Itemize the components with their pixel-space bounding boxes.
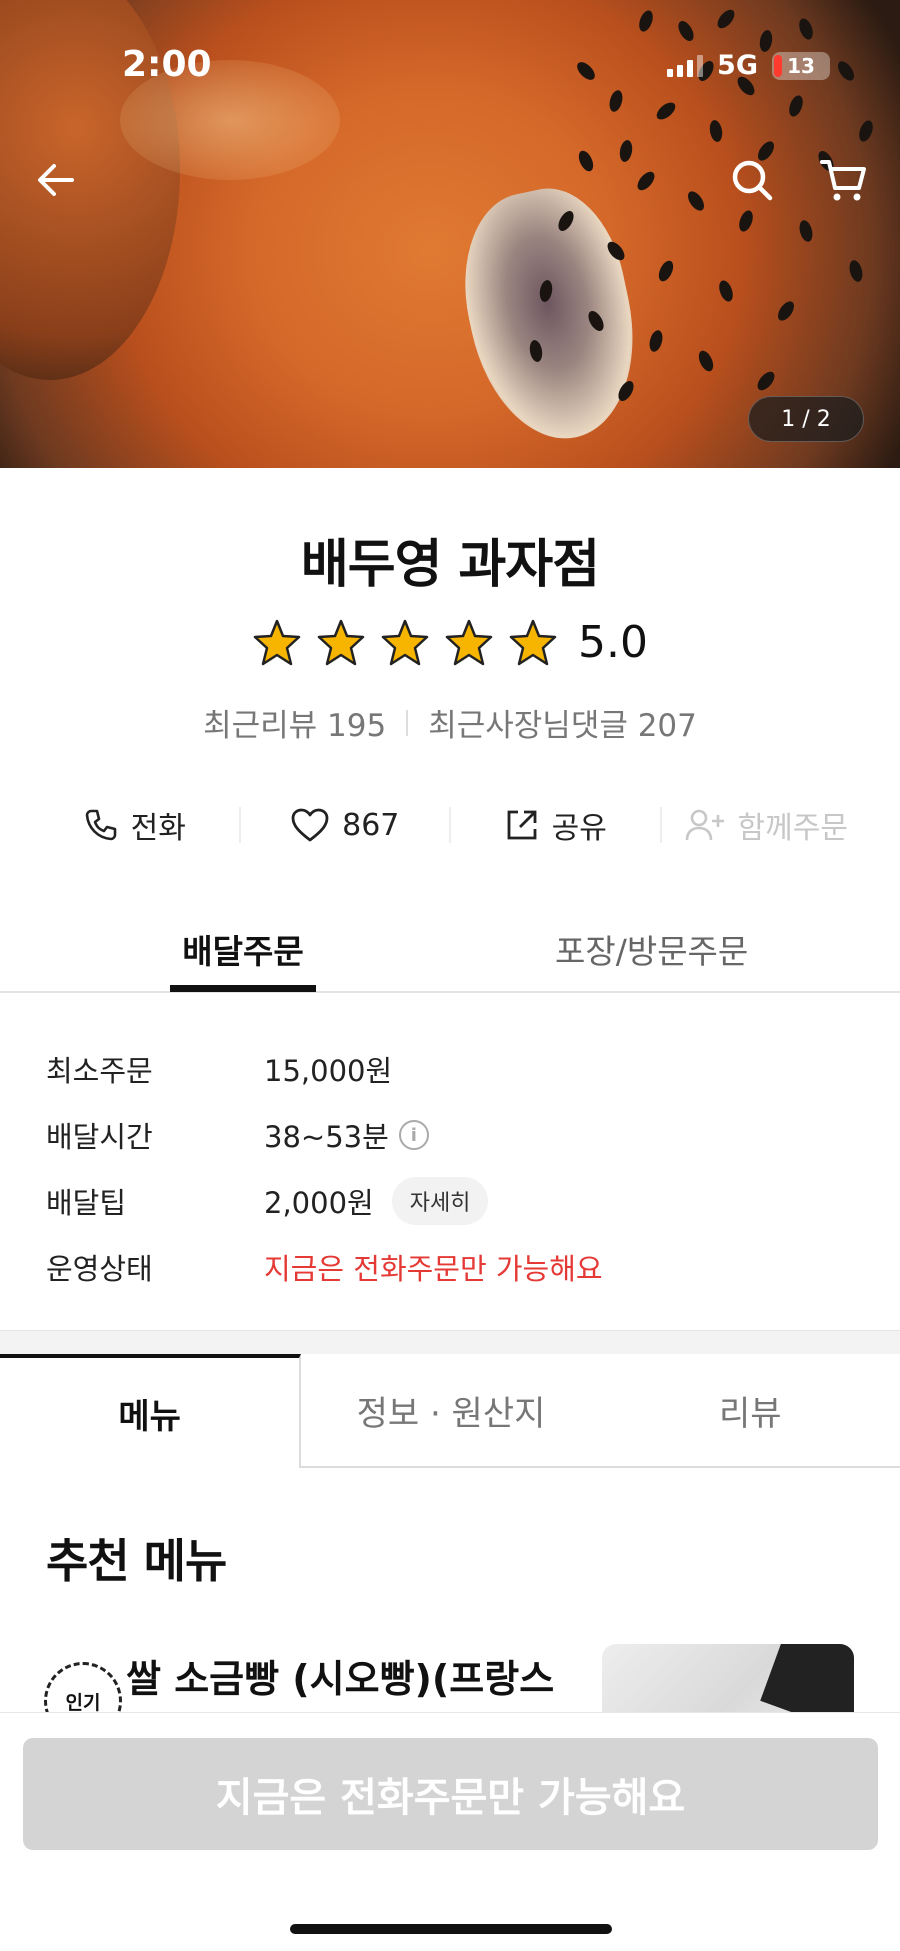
status-label: 운영상태 [46,1252,153,1286]
sesame-seed [834,58,858,84]
sesame-seed [675,18,697,44]
order-type-tabs: 배달주문 포장/방문주문 [0,905,900,993]
store-actions: 전화 867 공유 함께주문 [30,795,870,855]
detail-button[interactable]: 자세히 [391,1177,489,1225]
delivery-time-value: 38~53분 [264,1120,389,1154]
store-hero-image[interactable]: 2:00 5G 13 1 / 2 [0,0,900,468]
menu-item[interactable]: 인기 쌀 소금빵 (시오빵)(프랑스 [0,1640,900,1764]
call-label: 전화 [130,811,186,846]
min-order-label: 최소주문 [46,1054,153,1088]
sesame-seed [653,99,679,123]
sesame-seed [647,328,665,354]
tab-info-origin[interactable]: 정보 · 원산지 [301,1354,601,1468]
store-name: 배두영 과자점 [300,535,600,595]
delivery-time-label: 배달시간 [46,1120,153,1154]
battery-icon: 13 [772,51,830,80]
tab-menu[interactable]: 메뉴 [0,1354,302,1468]
sesame-seed [607,88,625,114]
delivery-time-row: 배달시간 38~53분 i [46,1102,866,1168]
sesame-seed [714,6,738,32]
recent-reviews-link[interactable]: 최근리뷰 195 [203,700,386,745]
sesame-seed [856,118,876,144]
star-icon [381,619,429,665]
sesame-seed [573,58,599,84]
sesame-seed [796,16,816,42]
review-stats: 최근리뷰 195 최근사장님댓글 207 [0,700,900,745]
info-icon[interactable]: i [398,1120,429,1150]
tab-delivery-order[interactable]: 배달주문 [170,925,316,992]
sesame-seed [716,278,736,304]
back-button[interactable] [26,150,86,210]
call-button[interactable]: 전화 [30,803,239,847]
search-button[interactable] [722,150,782,210]
search-icon [732,160,773,201]
heart-icon [291,808,329,842]
like-count: 867 [342,807,400,843]
sesame-seed [634,168,658,194]
menu-item-name: 쌀 소금빵 (시오빵)(프랑스 [126,1657,555,1701]
rating-value: 5.0 [578,617,648,668]
sesame-seed [618,139,634,163]
home-indicator [290,1924,612,1934]
recommended-menu-title: 추천 메뉴 [46,1534,227,1588]
sesame-seed [655,258,677,284]
delivery-tip-row: 배달팁 2,000원 자세히 [46,1168,866,1234]
order-button[interactable]: 지금은 전화주문만 가능해요 [23,1738,878,1850]
sesame-seed [847,258,865,284]
cart-button[interactable] [814,150,874,210]
min-order-value: 15,000원 [264,1054,393,1088]
status-value: 지금은 전화주문만 가능해요 [264,1252,603,1286]
divider [406,709,409,736]
image-counter: 1 / 2 [748,396,864,442]
store-info: 최소주문 15,000원 배달시간 38~53분 i 배달팁 2,000원 자세… [46,1036,866,1300]
sesame-seed [684,188,708,214]
phone-icon [85,809,116,841]
group-order-label: 함께주문 [737,811,848,846]
hero-bun-crack [445,176,655,454]
group-order-button[interactable]: 함께주문 [662,803,871,847]
sesame-seed [708,119,724,143]
owner-replies-link[interactable]: 최근사장님댓글 207 [428,700,697,745]
sesame-seed [774,298,798,324]
delivery-time-group: 38~53분 i [264,1114,429,1156]
like-button[interactable]: 867 [241,807,450,843]
tab-pickup-order[interactable]: 포장/방문주문 [555,925,748,973]
share-icon [507,810,537,840]
sesame-seed [786,93,806,119]
arrow-left-icon [38,164,74,196]
content-tabs: 메뉴 정보 · 원산지 리뷰 [0,1354,900,1468]
star-icon [253,619,301,665]
add-person-icon [685,809,724,841]
star-icon [445,619,493,665]
sesame-seed [695,348,717,374]
delivery-tip-value: 2,000원 [264,1186,374,1220]
bottom-order-bar: 지금은 전화주문만 가능해요 [0,1712,900,1951]
delivery-tip-label: 배달팁 [46,1186,127,1220]
signal-icon [667,54,704,77]
status-row: 운영상태 지금은 전화주문만 가능해요 [46,1234,866,1300]
store-rating: 5.0 [0,617,900,668]
min-order-row: 최소주문 15,000원 [46,1036,866,1102]
sesame-seed [754,368,778,394]
sesame-seed [736,208,756,234]
star-icon [509,619,557,665]
star-icon [317,619,365,665]
status-time: 2:00 [122,44,212,85]
sesame-seed [636,8,656,34]
section-divider [0,1330,900,1354]
share-button[interactable]: 공유 [451,803,660,847]
sesame-seed [575,148,597,174]
delivery-tip-group: 2,000원 자세히 [264,1177,489,1225]
tab-reviews[interactable]: 리뷰 [600,1354,900,1468]
share-label: 공유 [551,811,607,846]
network-type: 5G [717,50,758,81]
status-indicators: 5G 13 [667,50,830,81]
sesame-seed [797,218,815,244]
cart-icon [820,160,866,201]
